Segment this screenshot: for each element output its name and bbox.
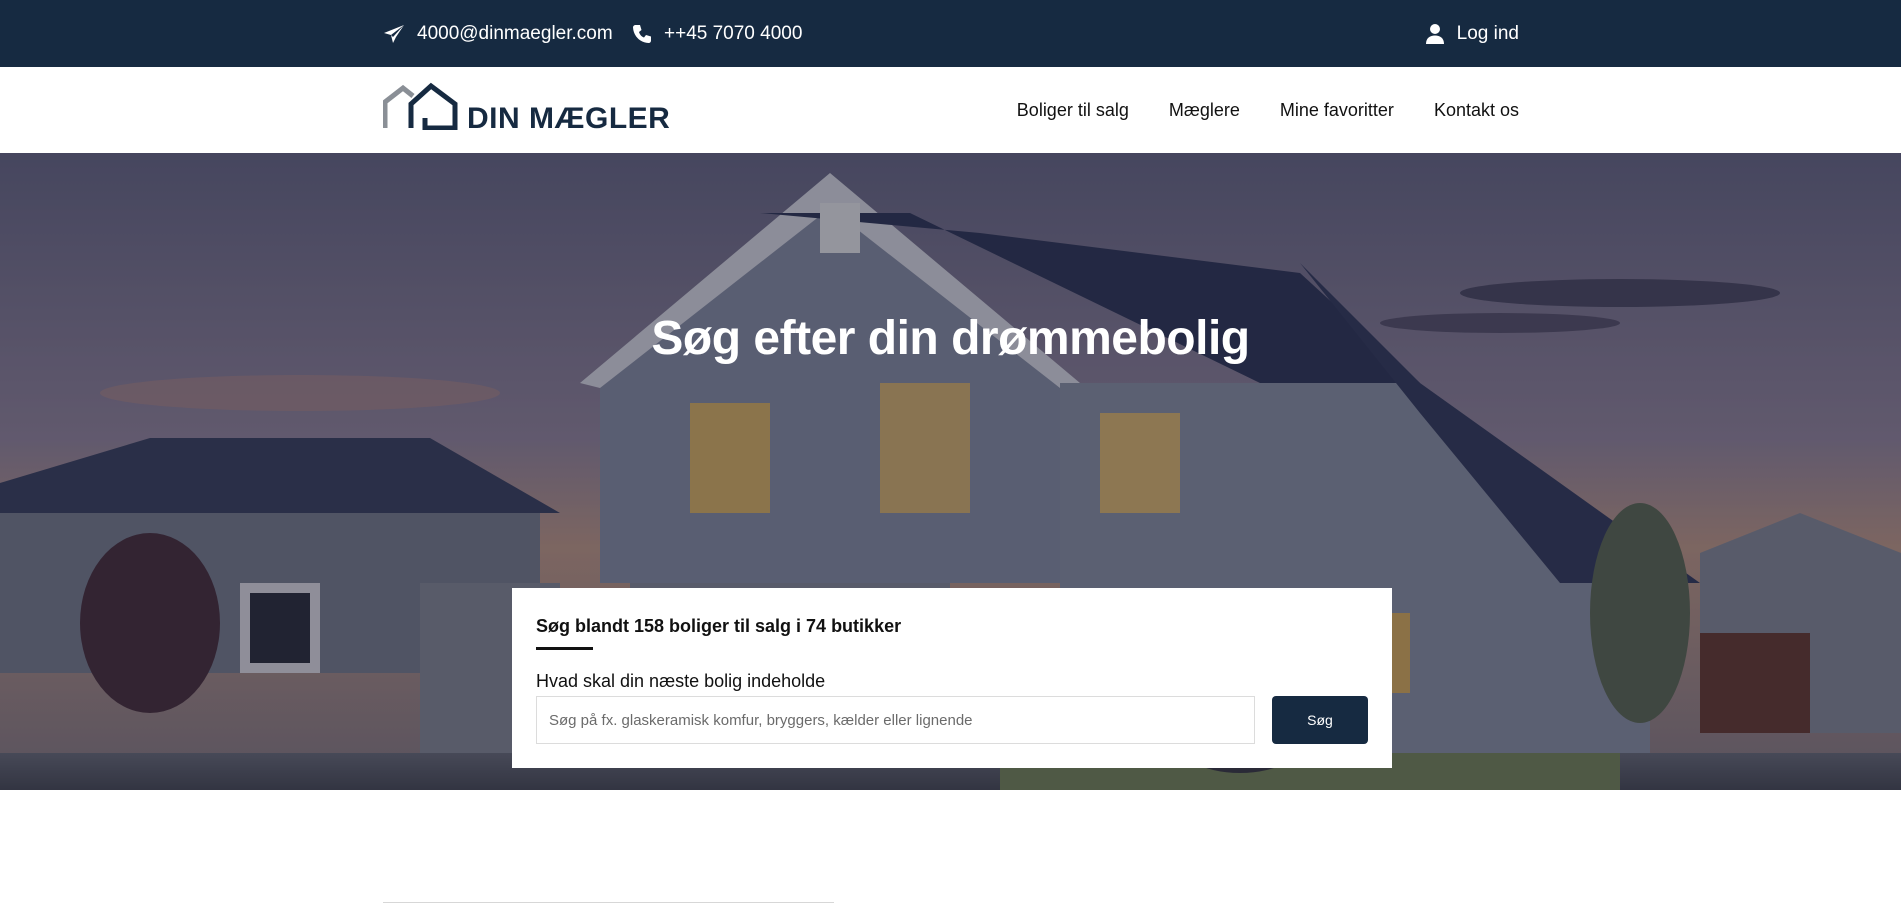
nav-item-boliger-til-salg[interactable]: Boliger til salg — [1017, 100, 1129, 121]
login-link[interactable]: Log ind — [1425, 0, 1519, 67]
logo[interactable]: DIN MÆGLER — [382, 82, 671, 135]
search-button[interactable]: Søg — [1272, 696, 1368, 744]
nav-item-mine-favoritter[interactable]: Mine favoritter — [1280, 100, 1394, 121]
section-divider — [383, 902, 834, 903]
house-logo-icon — [382, 82, 459, 135]
phone-link[interactable]: ++45 7070 4000 — [632, 0, 802, 67]
search-label: Hvad skal din næste bolig indeholde — [536, 671, 826, 691]
login-label: Log ind — [1456, 22, 1519, 44]
heading-underline — [536, 647, 593, 650]
search-card: Søg blandt 158 boliger til salg i 74 but… — [512, 588, 1392, 768]
email-link[interactable]: 4000@dinmaegler.com — [383, 0, 613, 67]
top-contact-bar: 4000@dinmaegler.com ++45 7070 4000 Log i… — [0, 0, 1901, 67]
search-heading: Søg blandt 158 boliger til salg i 74 but… — [536, 616, 902, 636]
nav-item-kontakt-os[interactable]: Kontakt os — [1434, 100, 1519, 121]
search-input[interactable] — [536, 696, 1255, 744]
hero-title: Søg efter din drømmebolig — [651, 312, 1250, 365]
phone-icon — [632, 24, 664, 44]
site-header: DIN MÆGLER Boliger til salg Mæglere Mine… — [0, 67, 1901, 153]
hero-section: Søg efter din drømmebolig Søg blandt 158… — [0, 153, 1901, 790]
main-nav: Boliger til salg Mæglere Mine favoritter… — [1017, 67, 1519, 153]
nav-item-maeglere[interactable]: Mæglere — [1169, 100, 1240, 121]
paper-plane-icon — [383, 24, 417, 44]
phone-text: ++45 7070 4000 — [664, 22, 803, 44]
user-icon — [1425, 23, 1457, 45]
email-text: 4000@dinmaegler.com — [417, 22, 613, 44]
logo-text: DIN MÆGLER — [467, 102, 671, 135]
